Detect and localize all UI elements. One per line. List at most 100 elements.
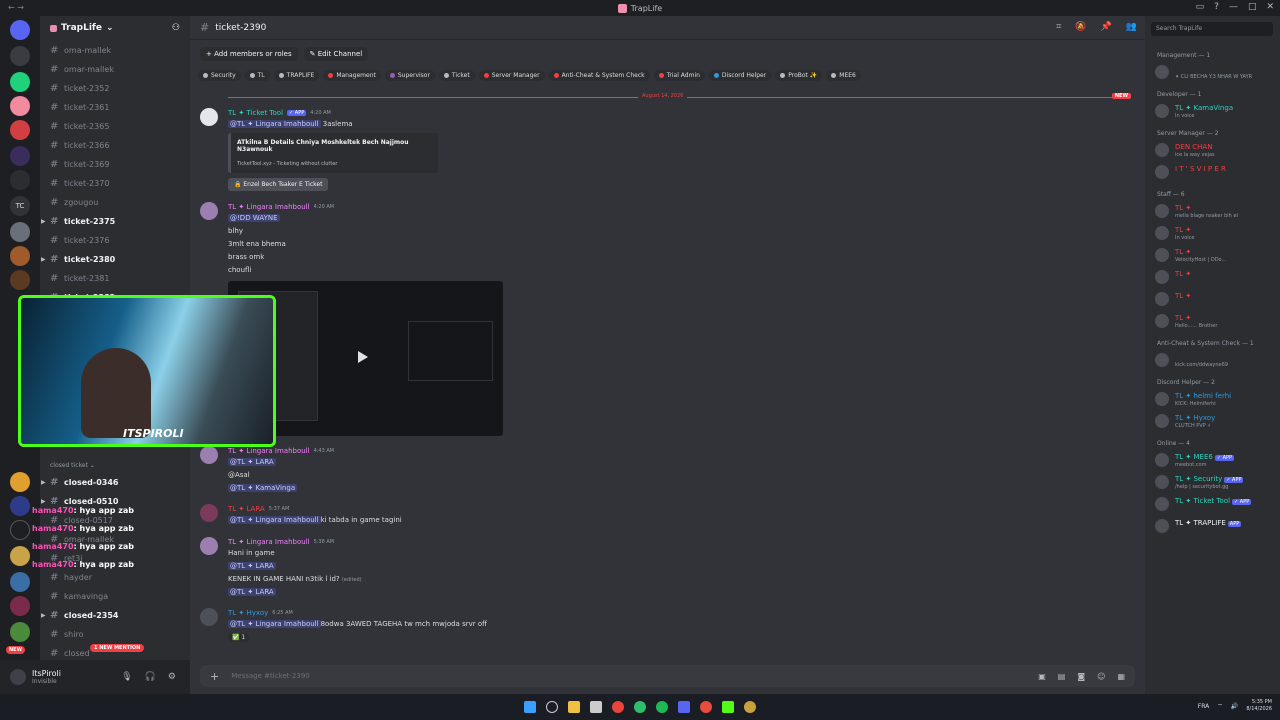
server-icon[interactable] <box>10 72 30 92</box>
guild-header[interactable]: TrapLife ⌄ ⚇ <box>40 16 190 40</box>
member-item[interactable]: TL ✦ Ticket Tool ✓ APP <box>1155 495 1275 515</box>
app-icon[interactable] <box>700 701 712 713</box>
play-icon[interactable] <box>358 351 368 363</box>
member-item[interactable]: I T ' S V I P E R <box>1155 163 1275 183</box>
user-mention[interactable]: @!DD WAYNE <box>228 214 280 222</box>
member-item[interactable]: TL ✦ helmi ferhi KICK: Helmiferhi <box>1155 390 1275 410</box>
browser-icon[interactable] <box>634 701 646 713</box>
channel-item[interactable]: ▶ # closed-0346 <box>41 474 118 491</box>
server-icon[interactable] <box>10 472 30 492</box>
server-icon[interactable] <box>10 622 30 642</box>
channel-item[interactable]: # oma-mallek <box>50 42 111 59</box>
notification-icon[interactable]: 🔕 <box>1075 22 1086 32</box>
close-icon[interactable]: ✕ <box>1266 2 1274 12</box>
pin-icon[interactable]: 📌 <box>1101 22 1112 32</box>
user-mention[interactable]: @TL ✦ LARA <box>228 562 276 570</box>
author-name[interactable]: TL ✦ Lingara Imahboull <box>228 538 310 546</box>
server-icon[interactable] <box>10 572 30 592</box>
role-tag[interactable]: Ticket <box>438 70 475 81</box>
member-item[interactable]: TL ✦ TRAPLIFE APP <box>1155 517 1275 537</box>
server-icon[interactable] <box>10 270 30 290</box>
app-icon[interactable] <box>744 701 756 713</box>
channel-item[interactable]: ▶ # ticket-2380 <box>41 251 115 268</box>
member-item[interactable]: TL ✦ mella blage nsaker bih el <box>1155 202 1275 222</box>
gift-icon[interactable]: ▣ <box>1038 672 1046 681</box>
role-tag[interactable]: ProBot ✨ <box>775 70 823 81</box>
channel-item[interactable]: # shiro <box>50 626 83 643</box>
maximize-icon[interactable]: □ <box>1248 2 1257 12</box>
spotify-icon[interactable] <box>656 701 668 713</box>
channel-item[interactable]: # hayder <box>50 569 92 586</box>
kick-icon[interactable] <box>722 701 734 713</box>
role-tag[interactable]: Security <box>198 70 241 81</box>
role-tag[interactable]: TL <box>244 70 270 81</box>
server-icon[interactable] <box>10 170 30 190</box>
role-tag[interactable]: TRAPLIFE <box>273 70 320 81</box>
gif-icon[interactable]: ▤ <box>1058 672 1066 681</box>
avatar[interactable] <box>200 202 218 220</box>
member-item[interactable]: TL ✦ VelocityHost | DDo... <box>1155 246 1275 266</box>
store-icon[interactable] <box>590 701 602 713</box>
role-tag[interactable]: Anti-Cheat & System Check <box>548 70 650 81</box>
member-item[interactable]: ✦ CLI BECHA Y.3 NHAR W YAYR <box>1155 63 1275 83</box>
help-icon[interactable]: ? <box>1214 2 1219 12</box>
member-item[interactable]: TL ✦ <box>1155 290 1275 310</box>
avatar[interactable] <box>10 669 26 685</box>
folder-icon[interactable] <box>568 701 580 713</box>
server-icon[interactable] <box>10 146 30 166</box>
avatar[interactable] <box>200 537 218 555</box>
channel-item[interactable]: # ticket-2376 <box>50 232 109 249</box>
channel-item[interactable]: # ticket-2381 <box>50 270 109 287</box>
server-icon[interactable] <box>10 596 30 616</box>
user-mention[interactable]: @TL ✦ LARA <box>228 458 276 466</box>
server-icon[interactable] <box>10 46 30 66</box>
user-mention[interactable]: @TL ✦ Lingara Imahboull <box>228 120 321 128</box>
role-tag[interactable]: Server Manager <box>478 70 545 81</box>
user-mention[interactable]: @TL ✦ Lingara Imahboull <box>228 620 321 628</box>
channel-item[interactable]: ▶ # closed-2354 <box>41 607 118 624</box>
start-icon[interactable] <box>524 701 536 713</box>
role-tag[interactable]: Supervisor <box>384 70 435 81</box>
author-name[interactable]: TL ✦ Lingara Imahboull <box>228 203 310 211</box>
inbox-icon[interactable]: ▭ <box>1196 2 1205 12</box>
minimize-icon[interactable]: — <box>1229 2 1238 12</box>
member-item[interactable]: kick.com/ddwayne69 <box>1155 351 1275 371</box>
headphones-icon[interactable]: 🎧 <box>145 672 156 682</box>
channel-item[interactable]: # ticket-2370 <box>50 175 109 192</box>
member-list-icon[interactable]: 👥 <box>1126 22 1137 32</box>
member-item[interactable]: TL ✦ MEE6 ✓ APP meebot.com <box>1155 451 1275 471</box>
avatar[interactable] <box>200 108 218 126</box>
chrome-icon[interactable] <box>612 701 624 713</box>
author-name[interactable]: TL ✦ Hyxoy <box>228 609 268 617</box>
volume-icon[interactable]: 🔊 <box>1231 703 1238 710</box>
role-tag[interactable]: Trial Admin <box>653 70 705 81</box>
member-item[interactable]: DEN CHAN ice la way vejas <box>1155 141 1275 161</box>
server-icon[interactable] <box>10 222 30 242</box>
server-icon[interactable] <box>10 546 30 566</box>
user-mention[interactable]: @TL ✦ LARA <box>228 588 276 596</box>
reaction[interactable]: ✅ 1 <box>228 633 250 642</box>
sticker-icon[interactable]: ◙ <box>1077 672 1085 681</box>
user-mention[interactable]: @TL ✦ KamaVinga <box>228 484 298 492</box>
close-ticket-button[interactable]: 🔒 Enzel Bech Tsaker E Ticket <box>228 178 329 191</box>
search-input[interactable]: Search TrapLife <box>1151 22 1273 36</box>
member-item[interactable]: TL ✦ Security ✓ APP/help | securitybot.gg <box>1155 473 1275 493</box>
channel-item[interactable]: # ticket-2365 <box>50 118 109 135</box>
channel-item[interactable]: # ticket-2361 <box>50 99 109 116</box>
member-item[interactable]: TL ✦ <box>1155 268 1275 288</box>
emoji-icon[interactable]: ☺ <box>1097 672 1105 681</box>
channel-item[interactable]: # kamavinga <box>50 588 108 605</box>
avatar[interactable] <box>200 446 218 464</box>
member-item[interactable]: TL ✦ In voice <box>1155 224 1275 244</box>
avatar[interactable] <box>200 608 218 626</box>
author-name[interactable]: TL ✦ Ticket Tool <box>228 109 283 117</box>
avatar[interactable] <box>200 504 218 522</box>
channel-item[interactable]: # ticket-2369 <box>50 156 109 173</box>
plus-icon[interactable]: + <box>210 670 219 683</box>
wifi-icon[interactable]: ⌔ <box>1217 702 1223 710</box>
server-icon[interactable] <box>10 496 30 516</box>
channel-item[interactable]: ▶ # ticket-2375 <box>41 213 115 230</box>
channel-item[interactable]: # ticket-2352 <box>50 80 109 97</box>
message-composer[interactable]: + Message #ticket-2390 ▣ ▤ ◙ ☺ ▦ <box>200 665 1135 687</box>
add-user-icon[interactable]: ⚇ <box>172 23 180 33</box>
